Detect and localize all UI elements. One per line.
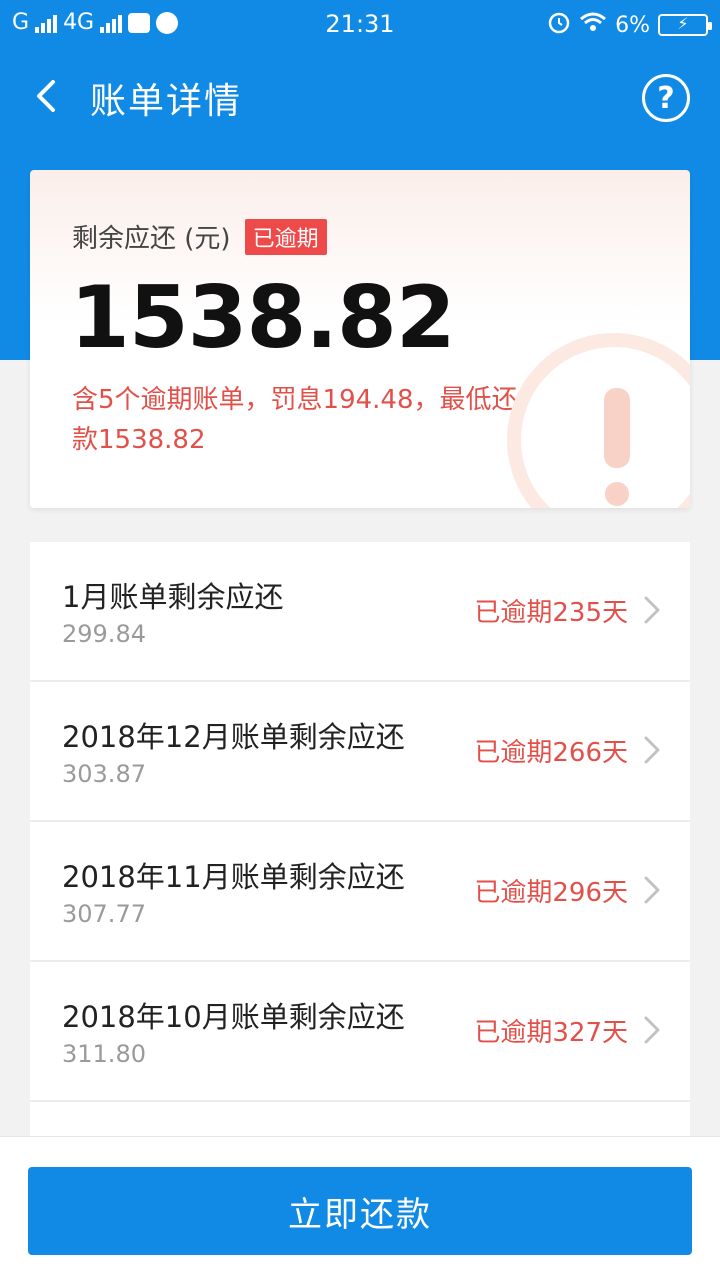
bill-title: 2018年10月账单剩余应还 xyxy=(62,1000,405,1034)
pay-now-button[interactable]: 立即还款 xyxy=(28,1167,692,1255)
overdue-badge: 已逾期 xyxy=(244,218,327,255)
bill-amount: 307.77 xyxy=(62,900,146,928)
status-bar: G 4G 21:31 6% ⚡ xyxy=(0,0,720,48)
chevron-right-icon xyxy=(644,876,660,904)
summary-card: 剩余应还 (元) 已逾期 1538.82 含5个逾期账单，罚息194.48，最低… xyxy=(30,170,690,508)
bill-overdue-status: 已逾期327天 xyxy=(474,1018,628,1048)
status-right: 6% ⚡ xyxy=(547,10,712,40)
bill-row[interactable]: 2018年10月账单剩余应还 311.80 已逾期327天 xyxy=(30,962,690,1102)
bill-overdue-status: 已逾期266天 xyxy=(474,738,628,768)
bill-row[interactable]: 2018年11月账单剩余应还 307.77 已逾期296天 xyxy=(30,822,690,962)
alarm-icon xyxy=(547,10,571,40)
bill-title: 1月账单剩余应还 xyxy=(62,580,284,614)
bill-overdue-status: 已逾期296天 xyxy=(474,878,628,908)
remaining-label: 剩余应还 (元) xyxy=(72,224,231,254)
remaining-amount: 1538.82 xyxy=(70,268,456,368)
chevron-left-icon xyxy=(37,80,55,112)
summary-label-row: 剩余应还 (元) 已逾期 xyxy=(72,218,327,255)
bill-amount: 311.80 xyxy=(62,1040,146,1068)
bill-row[interactable]: 1月账单剩余应还 299.84 已逾期235天 xyxy=(30,542,690,682)
wifi-icon xyxy=(579,11,607,39)
bill-amount: 303.87 xyxy=(62,760,146,788)
overdue-note: 含5个逾期账单，罚息194.48，最低还款1538.82 xyxy=(72,385,518,455)
back-button[interactable] xyxy=(26,70,66,122)
help-circle-icon: ? xyxy=(657,80,675,116)
warning-watermark-icon xyxy=(507,333,690,508)
battery-percent: 6% xyxy=(615,12,650,38)
bill-title: 2018年12月账单剩余应还 xyxy=(62,720,405,754)
help-button[interactable]: ? xyxy=(642,74,690,122)
bill-overdue-status: 已逾期235天 xyxy=(474,598,628,628)
bill-list: 1月账单剩余应还 299.84 已逾期235天 2018年12月账单剩余应还 3… xyxy=(30,542,690,1142)
bill-amount: 299.84 xyxy=(62,620,146,648)
bill-title: 2018年11月账单剩余应还 xyxy=(62,860,405,894)
page-title: 账单详情 xyxy=(90,81,243,122)
bill-row[interactable]: 2018年12月账单剩余应还 303.87 已逾期266天 xyxy=(30,682,690,822)
pay-bar: 立即还款 xyxy=(0,1136,720,1280)
chevron-right-icon xyxy=(644,736,660,764)
battery-charging-icon: ⚡ xyxy=(658,14,712,36)
chevron-right-icon xyxy=(644,1016,660,1044)
nav-bar: 账单详情 ? xyxy=(0,48,720,144)
chevron-right-icon xyxy=(644,596,660,624)
